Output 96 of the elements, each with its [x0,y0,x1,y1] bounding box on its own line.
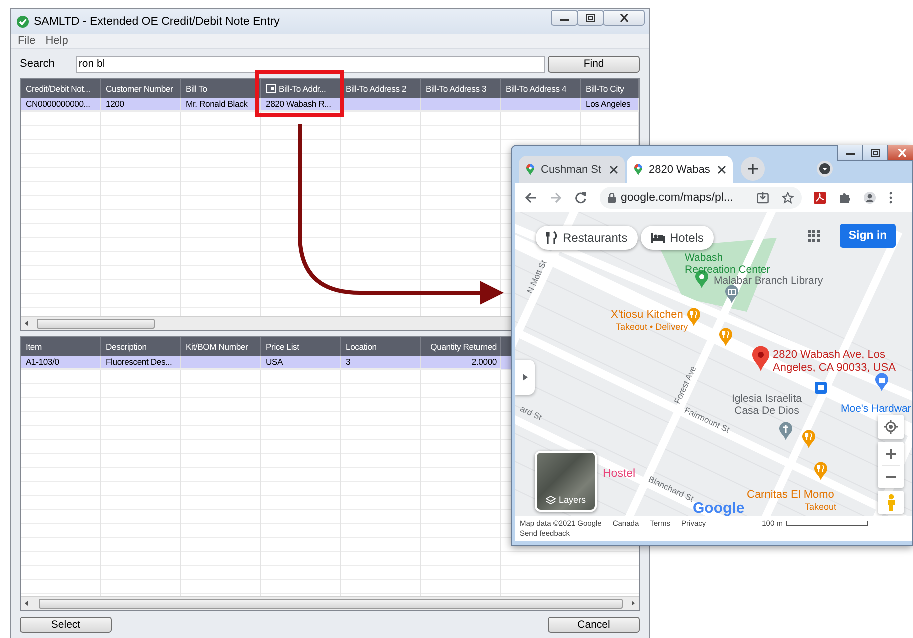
reload-button[interactable] [575,192,587,204]
close-icon[interactable] [718,166,726,174]
layers-button[interactable]: Layers [535,451,597,512]
table-cell: 3 [341,356,421,368]
side-panel-toggle[interactable] [515,360,535,395]
scale-bar-icon [786,521,868,526]
column-chooser-icon [266,84,276,93]
tab-title: 2820 Wabas [649,164,712,176]
book-pin-icon [725,285,739,304]
fork-knife-icon [546,231,558,245]
install-icon[interactable] [757,192,769,204]
street-label: N Mott St [524,258,549,296]
restore-button[interactable] [577,10,604,26]
profile-button[interactable] [864,192,876,204]
lock-icon [608,192,616,202]
browser-tab[interactable]: Cushman St [519,156,625,183]
cross-pin-icon [779,422,793,441]
restore-icon [870,148,880,156]
more-menu-button[interactable] [889,192,893,204]
window-title: SAMLTD - Extended OE Credit/Debit Note Entry [34,16,281,28]
street-label: ard St [518,404,544,422]
star-icon[interactable] [782,192,794,204]
fork-knife-pin-icon [719,328,733,347]
restore-button[interactable] [862,145,888,161]
tab-title: Cushman St [541,164,603,176]
table-row[interactable]: A1-103/0 Fluorescent Des... USA 3 2.0000 [21,356,501,369]
table-cell: Fluorescent Des... [101,356,181,368]
place-label: Takeout • Delivery [616,322,688,332]
table-cell: 2.0000 [421,356,501,368]
back-arrow-icon [525,192,537,204]
apps-grid-icon[interactable] [808,230,820,242]
sign-in-button[interactable]: Sign in [840,224,896,248]
address-bar[interactable]: google.com/maps/pl... [600,186,802,208]
pdf-icon [814,192,826,204]
caret-icon [522,374,528,381]
bed-icon [651,233,665,243]
close-icon [898,148,906,156]
restaurants-chip[interactable]: Restaurants [536,226,638,250]
search-label: Search [20,58,56,70]
fork-knife-pin-icon [802,430,816,449]
table-cell: CN0000000000... [21,98,101,110]
more-menu-icon [889,192,893,204]
new-tab-button[interactable] [741,157,765,181]
map-logo: Google [693,500,745,516]
browser-tab[interactable]: 2820 Wabas [627,156,733,183]
shopping-bag-pin-icon [875,373,889,392]
place-label: Moe's Hardwar [841,403,912,415]
table-cell: 1200 [101,98,181,110]
map-pin-icon [634,164,643,176]
table-cell: USA [261,356,341,368]
fork-knife-pin-icon [814,462,828,481]
cancel-button[interactable]: Cancel [548,617,640,633]
forward-arrow-icon [550,192,562,204]
table-cell: Mr. Ronald Black [181,98,261,110]
my-location-button[interactable] [878,415,904,439]
table-cell: 2820 Wabash R... [261,98,341,110]
menu-item[interactable]: Help [40,35,74,47]
place-label: 2820 Wabash Ave, Los Angeles, CA 90033, USA [773,349,897,375]
tab-search-icon[interactable] [817,161,833,177]
layers-icon [546,496,556,505]
find-button[interactable]: Find [548,56,640,72]
plus-icon [748,164,758,174]
table-cell: Los Angeles [581,98,639,110]
close-icon [620,14,628,22]
hotels-chip[interactable]: Hotels [641,226,714,250]
close-icon[interactable] [610,166,618,174]
select-button[interactable]: Select [20,617,112,633]
zoom-in-icon[interactable] [885,448,897,460]
place-label: Hostel [603,468,636,480]
minimize-button[interactable] [837,145,863,161]
location-marker-icon [752,346,770,372]
fork-knife-pin-icon [687,308,701,327]
map-pin-icon [526,164,535,176]
table-cell: A1-103/0 [21,356,101,368]
puzzle-piece-icon [839,192,851,204]
back-arrow-button[interactable] [525,192,537,204]
place-label: X'tiosu Kitchen [611,309,684,321]
close-button[interactable] [603,10,645,26]
pdf-button[interactable] [814,192,826,204]
bus-stop-icon [815,382,827,394]
search-field[interactable]: ron bl [76,56,546,72]
place-label: Carnitas El Momo [747,489,834,501]
address-text: google.com/maps/pl... [621,192,735,204]
crosshair-icon [884,420,898,434]
restore-icon [586,14,595,22]
profile-icon [864,192,876,204]
pegman-icon [886,494,896,511]
place-label: Malabar Branch Library [714,275,824,287]
place-label: Iglesia Israelita Casa De Dios [730,393,804,417]
table-row[interactable]: CN0000000000... 1200 Mr. Ronald Black 2820 Wabash R... Los Angeles [21,98,639,111]
checkmark-logo-icon [17,16,29,28]
menu-item[interactable]: File [13,35,41,47]
minimize-button[interactable] [551,10,578,26]
puzzle-piece-button[interactable] [839,192,851,204]
reload-icon [575,192,587,204]
place-label: Takeout [805,502,837,512]
